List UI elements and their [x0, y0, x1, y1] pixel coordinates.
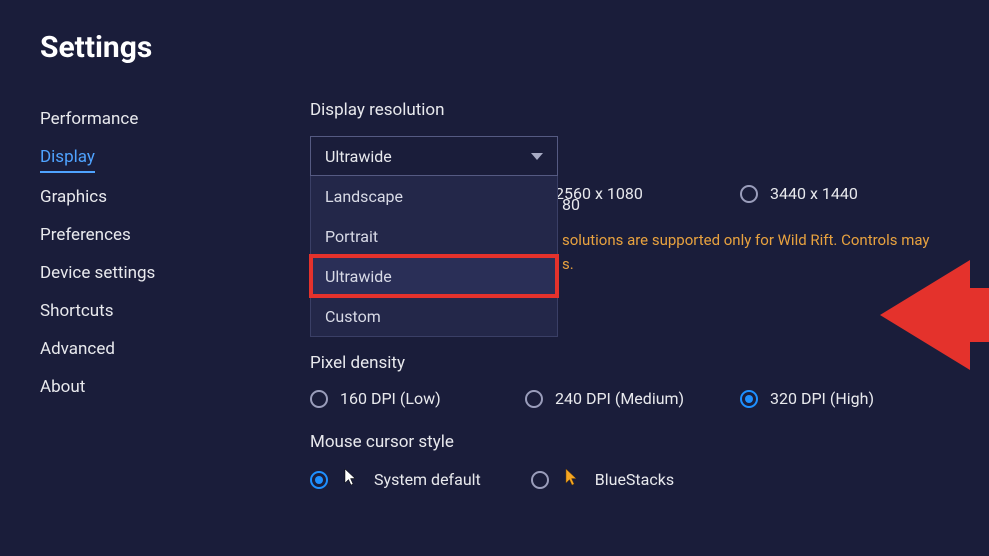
resolution-mode-dropdown[interactable]: Ultrawide Landscape Portrait Ultrawide C… — [310, 136, 558, 176]
radio-label: System default — [374, 470, 481, 489]
radio-icon — [531, 471, 549, 489]
radio-icon-checked — [740, 390, 758, 408]
dpi-option-240[interactable]: 240 DPI (Medium) — [525, 389, 740, 408]
cursor-option-system[interactable]: System default — [310, 468, 481, 491]
radio-label: 3440 x 1440 — [770, 184, 858, 203]
dropdown-option-ultrawide[interactable]: Ultrawide — [311, 256, 557, 296]
radio-label: 320 DPI (High) — [770, 389, 874, 408]
nav-item-shortcuts[interactable]: Shortcuts — [40, 292, 114, 330]
radio-label: BlueStacks — [595, 470, 674, 489]
nav-item-device-settings[interactable]: Device settings — [40, 254, 155, 292]
radio-label: 160 DPI (Low) — [340, 389, 441, 408]
dropdown-trigger[interactable]: Ultrawide — [310, 136, 558, 176]
radio-icon — [740, 185, 758, 203]
resolution-option-3440x1440[interactable]: 3440 x 1440 — [740, 184, 858, 203]
dropdown-option-custom[interactable]: Custom — [311, 296, 557, 336]
nav-item-advanced[interactable]: Advanced — [40, 330, 115, 368]
nav-item-display[interactable]: Display — [40, 138, 95, 173]
cursor-option-bluestacks[interactable]: BlueStacks — [531, 468, 674, 491]
nav-item-performance[interactable]: Performance — [40, 100, 138, 138]
radio-icon — [310, 390, 328, 408]
radio-label: 240 DPI (Medium) — [555, 389, 684, 408]
pixel-density-label: Pixel density — [310, 353, 949, 373]
ultrawide-warning: solutions are supported only for Wild Ri… — [562, 228, 930, 276]
dpi-option-320[interactable]: 320 DPI (High) — [740, 389, 874, 408]
mouse-cursor-label: Mouse cursor style — [310, 432, 949, 452]
dropdown-selected-value: Ultrawide — [325, 147, 392, 166]
nav-item-preferences[interactable]: Preferences — [40, 216, 131, 254]
dpi-option-160[interactable]: 160 DPI (Low) — [310, 389, 525, 408]
nav-item-graphics[interactable]: Graphics — [40, 178, 107, 216]
radio-icon — [525, 390, 543, 408]
dropdown-option-portrait[interactable]: Portrait — [311, 216, 557, 256]
cursor-orange-icon — [563, 468, 581, 491]
display-resolution-label: Display resolution — [310, 100, 949, 120]
dropdown-option-landscape[interactable]: Landscape — [311, 176, 557, 216]
recommended-fragment: 80 — [562, 195, 580, 214]
radio-icon-checked — [310, 471, 328, 489]
chevron-down-icon — [531, 153, 543, 160]
dropdown-list: Landscape Portrait Ultrawide Custom — [310, 176, 558, 337]
settings-nav: Performance Display Graphics Preferences… — [40, 100, 310, 406]
nav-item-about[interactable]: About — [40, 368, 85, 406]
cursor-white-icon — [342, 468, 360, 491]
page-title: Settings — [40, 30, 310, 65]
